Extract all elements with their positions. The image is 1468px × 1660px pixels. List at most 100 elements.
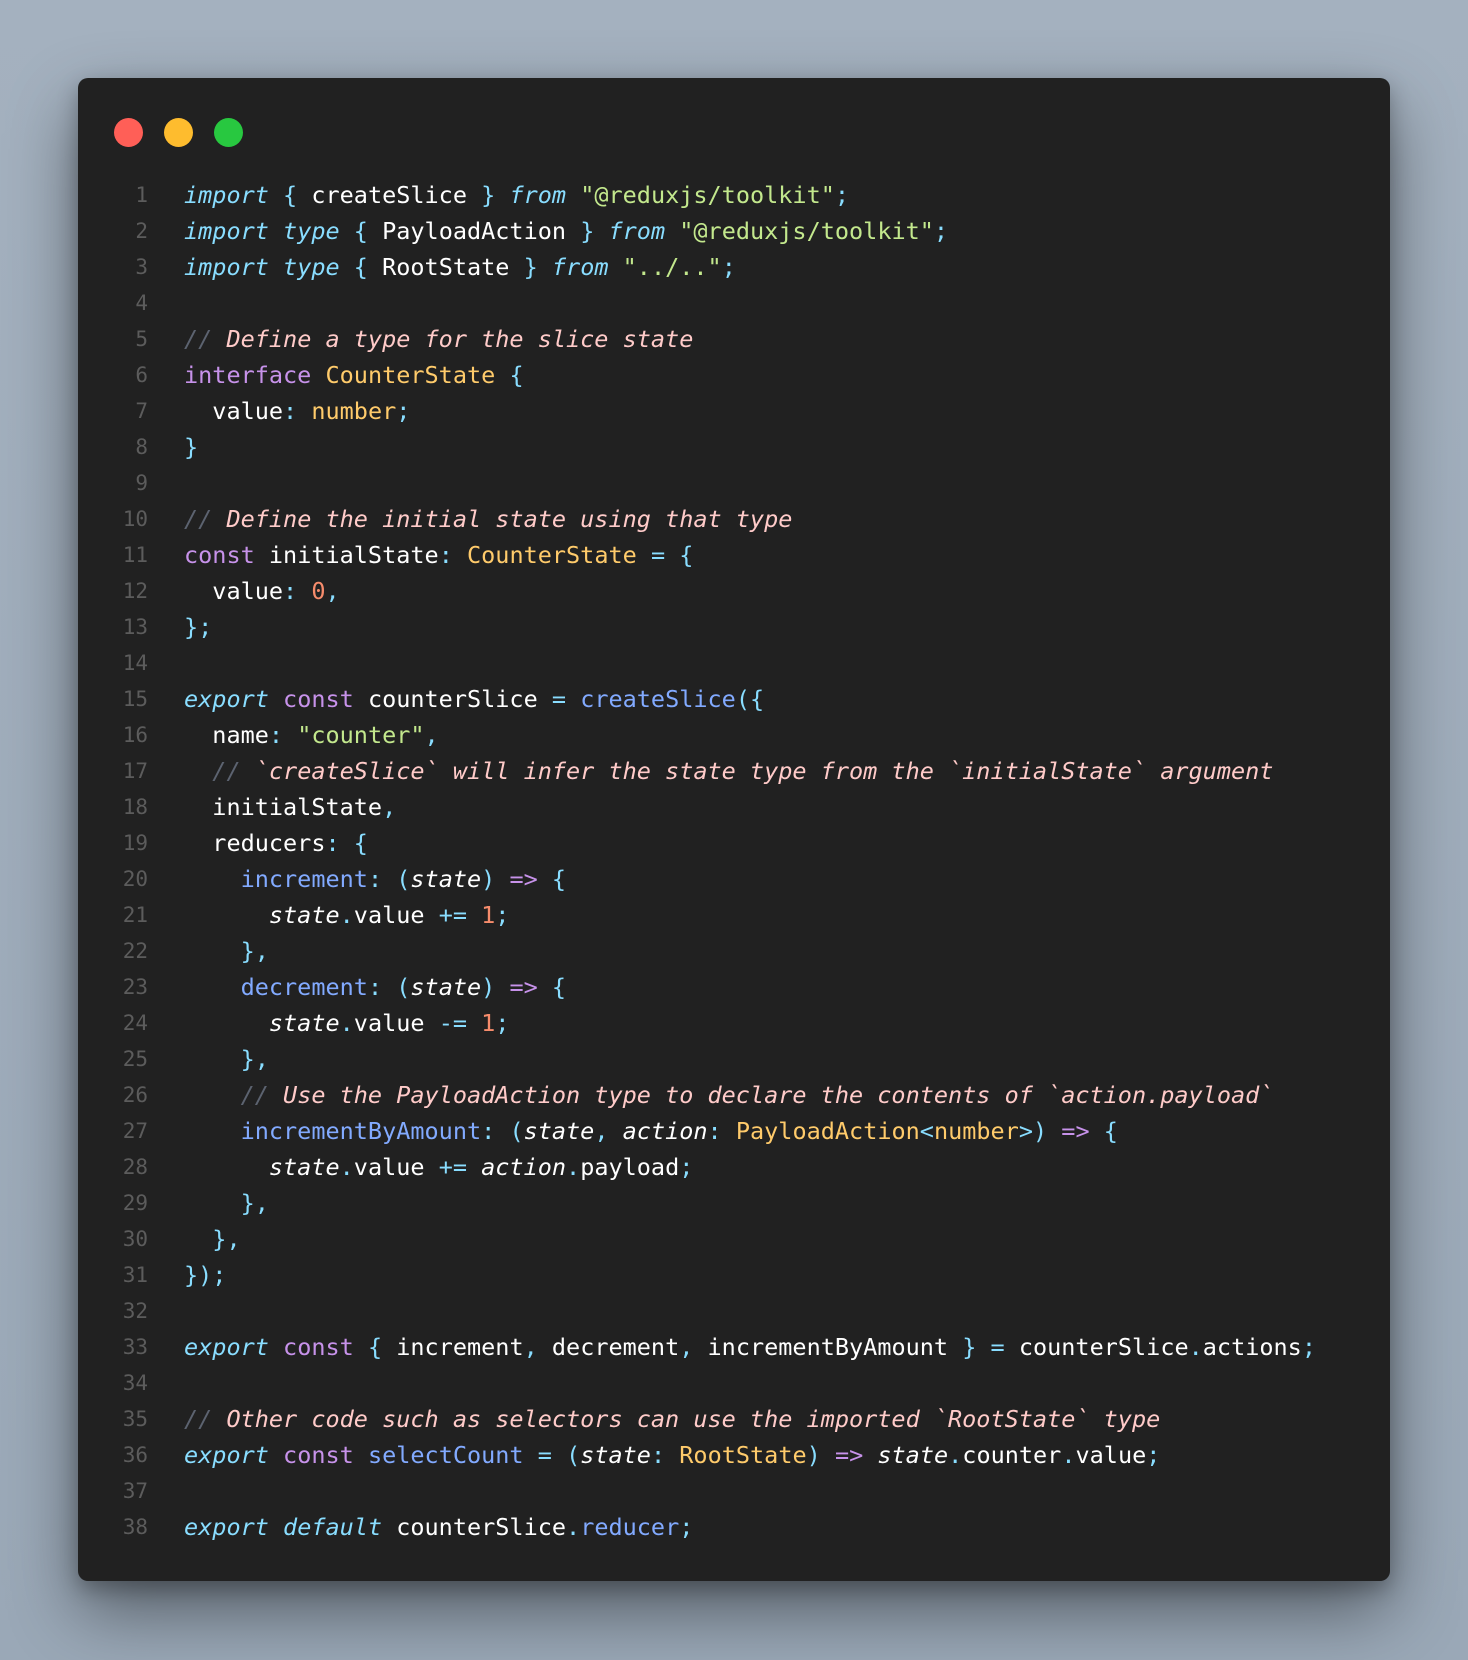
line-number: 10 (122, 507, 148, 531)
code-token: }, (240, 1045, 269, 1073)
code-token: from (608, 217, 666, 245)
code-token: { (551, 973, 567, 1001)
line-source: }, (184, 1221, 240, 1257)
line-source: import type { PayloadAction } from "@red… (184, 213, 948, 249)
code-token: action (481, 1153, 567, 1181)
code-token: counterSlice (382, 1513, 567, 1541)
line-number: 2 (135, 219, 148, 243)
code-block: 1 import { createSlice } from "@reduxjs/t… (78, 177, 1390, 1545)
code-token: += (438, 901, 467, 929)
close-button[interactable] (114, 118, 143, 147)
maximize-button[interactable] (214, 118, 243, 147)
code-token: = (990, 1333, 1005, 1361)
code-line: 12 value: 0, (78, 573, 1390, 609)
code-token: } (523, 253, 538, 281)
code-token: "@reduxjs/toolkit" (679, 217, 934, 245)
code-token: state (268, 1153, 340, 1181)
code-token: // (184, 325, 227, 353)
code-line: 10 // Define the initial state using that… (78, 501, 1390, 537)
code-token: Define a type for the slice state (226, 325, 694, 353)
code-token: : (367, 865, 383, 893)
code-token: } (184, 433, 199, 461)
code-token: value (1075, 1441, 1147, 1469)
code-line: 22 }, (78, 933, 1390, 969)
code-token: createSlice (580, 685, 736, 713)
code-token: , (523, 1333, 538, 1361)
code-line: 9 (78, 465, 1390, 501)
line-source: value: number; (184, 393, 410, 429)
code-line: 36 export const selectCount = (state: Roo… (78, 1437, 1390, 1473)
line-source: initialState, (184, 789, 396, 825)
code-line: 19 reducers: { (78, 825, 1390, 861)
code-token: name (184, 721, 269, 749)
code-line: 16 name: "counter", (78, 717, 1390, 753)
code-line: 38 export default counterSlice.reducer; (78, 1509, 1390, 1545)
code-token: CounterState (325, 361, 496, 389)
code-token: = (537, 1441, 552, 1469)
code-line: 14 (78, 645, 1390, 681)
line-number: 9 (135, 471, 148, 495)
line-number: 35 (122, 1407, 148, 1431)
line-source: }, (184, 1041, 269, 1077)
code-token: RootState (679, 1441, 807, 1469)
code-token: : (283, 397, 298, 425)
code-token: state (877, 1441, 949, 1469)
code-token: "counter" (297, 721, 425, 749)
line-number: 8 (135, 435, 148, 459)
code-token: 1 (481, 1009, 496, 1037)
code-line: 34 (78, 1365, 1390, 1401)
line-number: 34 (122, 1371, 148, 1395)
code-token: }, (240, 937, 269, 965)
line-number: 38 (122, 1515, 148, 1539)
code-token: payload (580, 1153, 680, 1181)
code-token: number (933, 1117, 1019, 1145)
code-token: value (353, 901, 439, 929)
code-token: initialState (184, 793, 383, 821)
line-number: 31 (122, 1263, 148, 1287)
code-token: ) (806, 1441, 821, 1469)
line-number: 26 (122, 1083, 148, 1107)
code-token: ({ (735, 685, 765, 713)
code-token: state (410, 973, 482, 1001)
line-number: 5 (135, 327, 148, 351)
line-source: // `createSlice` will infer the state ty… (184, 753, 1273, 789)
line-source: reducers: { (184, 825, 368, 861)
code-token: // (184, 1405, 227, 1433)
code-token: state (580, 1441, 651, 1469)
code-token: export (184, 1513, 269, 1541)
code-token: increment (382, 1333, 524, 1361)
code-token: ( (509, 1117, 524, 1145)
code-token: PayloadAction (735, 1117, 920, 1145)
code-token: // (184, 505, 227, 533)
line-source: state.value += 1; (184, 897, 510, 933)
code-line: 8} (78, 429, 1390, 465)
code-token: . (566, 1513, 581, 1541)
minimize-button[interactable] (164, 118, 193, 147)
code-token: decrement (537, 1333, 680, 1361)
code-token: type (283, 217, 340, 245)
code-token: const (184, 541, 255, 569)
